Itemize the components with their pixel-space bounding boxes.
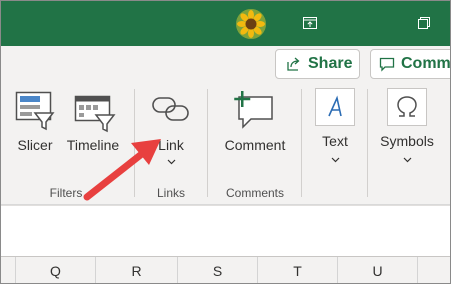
comments-button[interactable]: Comm [370,49,451,79]
symbols-chevron-down-icon[interactable] [403,157,412,163]
comment-label[interactable]: Comment [219,137,291,153]
column-header-t[interactable]: T [257,257,337,283]
ribbon-separator [301,89,302,197]
slicer-icon[interactable] [15,91,55,131]
omega-icon [397,96,417,117]
comments-group-label: Comments [225,186,284,200]
share-label: Share [308,55,353,72]
annotation-arrow-icon [83,139,161,201]
column-header-q[interactable]: Q [15,257,95,283]
title-bar [1,1,450,46]
column-header-u[interactable]: U [337,257,417,283]
formula-bar-area[interactable] [1,205,450,257]
comment-bubble-icon [379,57,395,72]
link-icon[interactable] [151,95,191,123]
text-a-icon [328,95,342,117]
share-icon [287,57,300,71]
excel-window: Share Comm Slicer Timeline Filters Link [0,0,451,284]
text-label[interactable]: Text [311,133,359,149]
user-avatar[interactable] [236,9,266,39]
ribbon-display-button[interactable] [297,11,323,35]
share-button[interactable]: Share [275,49,360,79]
comments-label: Comm [401,55,451,72]
slicer-label[interactable]: Slicer [13,137,57,153]
restore-button[interactable] [411,11,437,35]
column-header-next[interactable] [417,257,450,283]
ribbon-separator [207,89,208,197]
ribbon-separator [367,89,368,197]
new-comment-icon[interactable] [231,91,275,131]
sunflower-icon [236,9,266,39]
restore-window-icon [418,17,430,29]
text-chevron-down-icon[interactable] [331,157,340,163]
column-header-r[interactable]: R [95,257,177,283]
ribbon-display-options-icon [303,17,317,29]
symbols-label[interactable]: Symbols [375,133,439,149]
symbols-button[interactable] [387,88,427,126]
column-headers: Q R S T U [1,257,450,283]
text-box-button[interactable] [315,88,355,126]
timeline-icon[interactable] [74,95,116,133]
column-header-s[interactable]: S [177,257,257,283]
